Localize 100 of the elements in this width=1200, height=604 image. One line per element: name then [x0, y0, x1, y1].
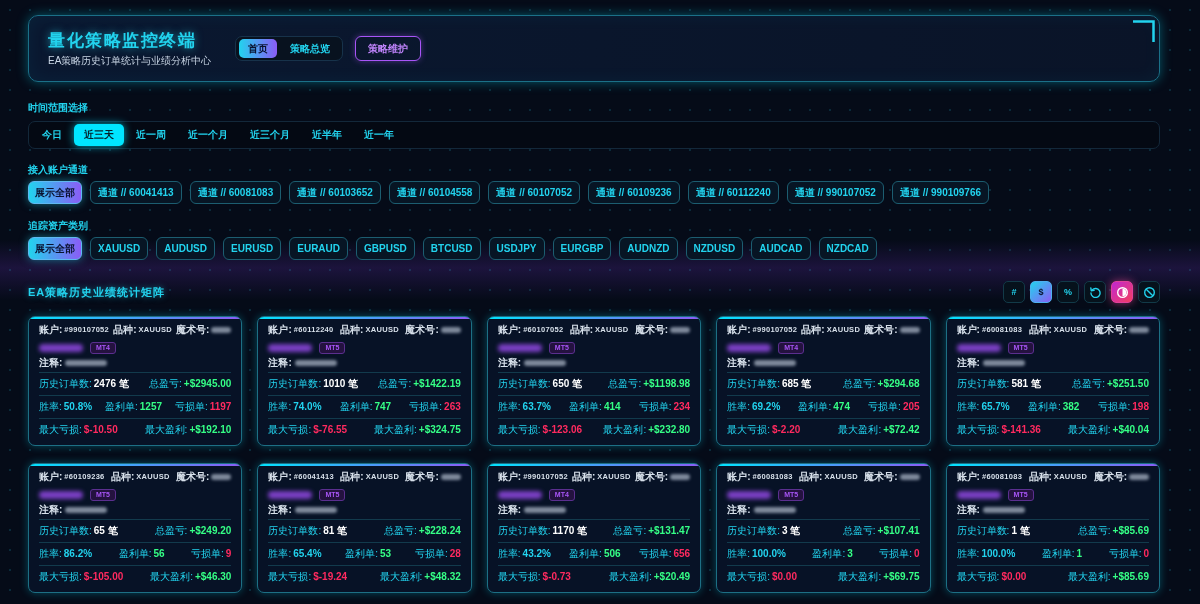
stat-value: +$249.20 — [189, 525, 232, 537]
stat-value: +$192.10 — [189, 424, 232, 436]
stat-label: 总盈亏: — [842, 378, 876, 390]
nav-tab[interactable]: 首页 — [239, 39, 278, 58]
stat-value: 506 — [603, 548, 621, 560]
asset-filter-chip[interactable]: AUDCAD — [751, 237, 811, 260]
stat-label: 最大盈利: — [374, 424, 417, 436]
blurred-name — [497, 490, 542, 499]
stat-value: 382 — [1062, 401, 1080, 413]
account-filter-chip[interactable]: 通道 // 60109236 — [588, 181, 680, 204]
stat-label: 胜率: — [39, 401, 62, 413]
symbol-label: 品种: — [801, 324, 825, 336]
account-filter-chip[interactable]: 通道 // 60041413 — [90, 181, 182, 204]
ban-button[interactable] — [1138, 281, 1160, 303]
stat-value: $-141.36 — [1001, 424, 1041, 436]
blurred-name — [727, 490, 772, 499]
stat-value: 28 — [449, 548, 461, 560]
symbol-label: 品种: — [340, 324, 364, 336]
asset-filter-chip[interactable]: USDJPY — [488, 237, 545, 260]
stat-label: 盈利单: — [339, 401, 373, 413]
asset-filter-chip[interactable]: EURGBP — [552, 237, 612, 260]
stat-label: 最大亏损: — [39, 424, 82, 436]
stat-label: 最大亏损: — [497, 571, 541, 583]
time-range-option[interactable]: 近三个月 — [240, 124, 300, 146]
time-range-option[interactable]: 近一年 — [354, 124, 404, 146]
maintenance-button[interactable]: 策略维护 — [355, 36, 422, 61]
stat-value: 0 — [914, 548, 920, 560]
unit-toggle-button[interactable]: % — [1057, 281, 1079, 303]
stat-label: 总盈亏: — [842, 525, 876, 537]
refresh-button[interactable] — [1084, 281, 1106, 303]
stat-value: 63.7% — [522, 401, 551, 413]
stat-label: 最大盈利: — [144, 424, 188, 436]
time-range-option[interactable]: 今日 — [32, 124, 72, 146]
account-label: 账户: — [268, 324, 292, 336]
blurred-value — [753, 360, 796, 366]
blurred-value — [294, 507, 337, 513]
stat-value: 1 — [1076, 548, 1083, 560]
stat-value: 50.8% — [63, 401, 93, 413]
asset-filter-chip[interactable]: AUDUSD — [156, 237, 215, 260]
stat-label: 亏损单: — [1097, 401, 1131, 413]
asset-filter-chip[interactable]: BTCUSD — [422, 237, 481, 260]
stat-value: +$232.80 — [648, 424, 691, 436]
magic-number-label: 魔术号: — [176, 324, 210, 336]
account-filter-chip[interactable]: 展示全部 — [28, 181, 82, 204]
asset-filter-chip[interactable]: AUDNZD — [619, 237, 678, 260]
nav-tab[interactable]: 策略总览 — [281, 39, 340, 58]
blurred-value — [1129, 474, 1149, 480]
stat-value: +$131.47 — [648, 525, 691, 537]
unit-toggle-button[interactable]: # — [1003, 281, 1025, 303]
comment-label: 注释: — [268, 357, 292, 369]
account-filter-chip[interactable]: 通道 // 60081083 — [189, 181, 282, 204]
magic-number-label: 魔术号: — [405, 324, 439, 336]
asset-filter-chip[interactable]: NZDUSD — [685, 237, 744, 260]
time-range-option[interactable]: 近三天 — [74, 124, 124, 146]
account-filter-chip[interactable]: 通道 // 990107052 — [786, 181, 884, 204]
account-filter-chip[interactable]: 通道 // 60107052 — [488, 181, 581, 204]
stat-value: 81 笔 — [323, 525, 348, 537]
account-filter-chip[interactable]: 通道 // 60112240 — [687, 181, 779, 204]
stat-value: 43.2% — [522, 548, 551, 560]
comment-label: 注释: — [39, 504, 63, 516]
asset-filter-chip[interactable]: XAUUSD — [90, 237, 149, 260]
account-filter-chip[interactable]: 通道 // 990109766 — [891, 181, 990, 204]
comment-label: 注释: — [727, 357, 751, 369]
stat-value: +$228.24 — [418, 525, 461, 537]
account-filter-chip[interactable]: 通道 // 60103652 — [289, 181, 381, 204]
stat-label: 历史订单数: — [39, 525, 92, 537]
stat-label: 历史订单数: — [497, 525, 551, 537]
stat-label: 总盈亏: — [608, 378, 642, 390]
section-label: 时间范围选择 — [28, 102, 89, 114]
stat-value: 1197 — [209, 401, 232, 413]
stat-value: 69.2% — [751, 401, 781, 413]
stat-label: 盈利单: — [1041, 548, 1075, 560]
blurred-value — [440, 327, 461, 333]
contrast-button[interactable] — [1111, 281, 1133, 303]
stat-label: 最大亏损: — [727, 571, 770, 583]
app-title: 量化策略监控终端 — [48, 30, 196, 51]
asset-filter-chip[interactable]: EURUSD — [223, 237, 282, 260]
stat-label: 总盈亏: — [378, 378, 412, 390]
symbol-label: 品种: — [113, 324, 137, 336]
stat-value: 1170 笔 — [552, 525, 588, 537]
stat-label: 盈利单: — [569, 401, 602, 413]
stat-value: $0.00 — [771, 571, 797, 583]
asset-filter-chip[interactable]: EURAUD — [289, 237, 349, 260]
asset-filter-chip[interactable]: NZDCAD — [818, 237, 877, 260]
unit-toggle-button[interactable]: $ — [1030, 281, 1052, 303]
stat-label: 胜率: — [268, 548, 292, 560]
stat-value: 747 — [374, 401, 392, 413]
stat-label: 最大盈利: — [838, 424, 882, 436]
asset-filter-chip[interactable]: 展示全部 — [28, 237, 82, 260]
magic-number-label: 魔术号: — [405, 471, 439, 483]
account-filter-chip[interactable]: 通道 // 60104558 — [388, 181, 481, 204]
asset-filter-chip[interactable]: GBPUSD — [356, 237, 415, 260]
stat-value: 263 — [444, 401, 461, 413]
stat-label: 历史订单数: — [956, 378, 1010, 390]
time-range-option[interactable]: 近一周 — [126, 124, 176, 146]
symbol-label: 品种: — [340, 471, 364, 483]
time-range-option[interactable]: 近一个月 — [178, 124, 238, 146]
symbol-label: 品种: — [110, 471, 135, 483]
stat-value: 65 笔 — [93, 525, 118, 537]
time-range-option[interactable]: 近半年 — [302, 124, 352, 146]
